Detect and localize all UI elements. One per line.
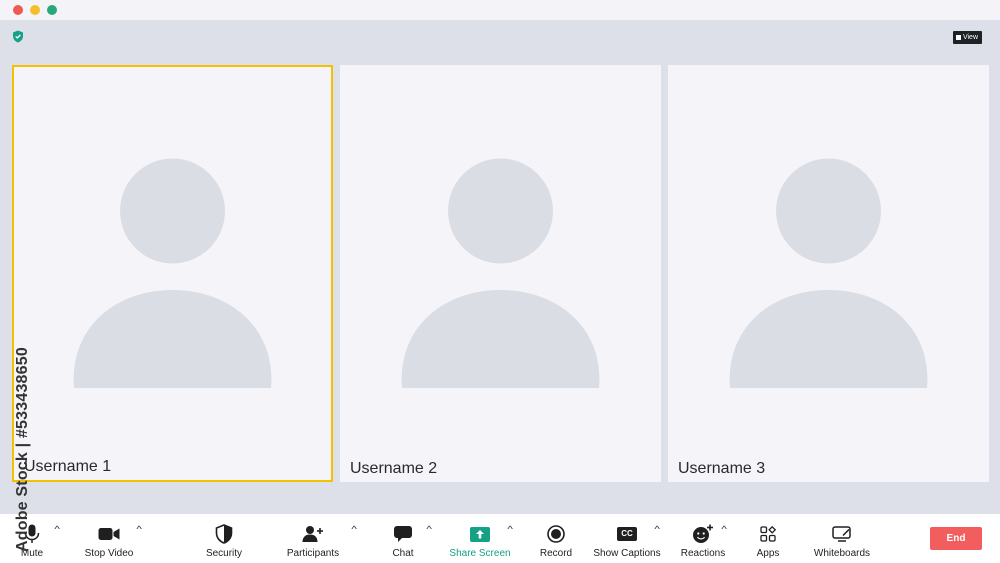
participants-button[interactable]: Participants <box>282 514 344 563</box>
apps-button[interactable]: Apps <box>752 514 784 563</box>
window-titlebar <box>0 0 1000 20</box>
show-captions-button[interactable]: CC Show Captions <box>593 514 661 563</box>
security-shield-icon <box>215 524 233 544</box>
reactions-options-caret[interactable]: ^ <box>721 524 727 534</box>
participants-icon <box>302 526 323 542</box>
record-button[interactable]: Record <box>536 514 576 563</box>
reactions-button[interactable]: Reactions <box>678 514 728 563</box>
record-icon <box>547 525 565 543</box>
grid-view-icon <box>955 35 961 40</box>
encryption-shield-icon[interactable] <box>12 30 24 43</box>
maximize-window-button[interactable] <box>47 5 57 15</box>
stock-watermark: Adobe Stock | #533438650 <box>12 322 34 552</box>
close-window-button[interactable] <box>13 5 23 15</box>
closed-captions-icon: CC <box>617 527 637 541</box>
chat-bubble-icon <box>394 526 412 542</box>
avatar-placeholder-icon <box>73 158 272 388</box>
chat-options-caret[interactable]: ^ <box>426 524 432 534</box>
participant-username: Username 3 <box>678 460 766 477</box>
view-button[interactable]: View <box>952 31 982 44</box>
video-camera-icon <box>98 528 120 540</box>
participant-username: Username 2 <box>350 460 438 477</box>
participant-tile-1[interactable]: Username 1 <box>12 65 333 482</box>
meeting-toolbar: Mute ^ Stop Video ^ Security Participant… <box>0 514 1000 563</box>
whiteboard-icon <box>832 526 851 542</box>
share-screen-icon <box>470 526 490 542</box>
apps-grid-icon <box>760 526 776 542</box>
video-options-caret[interactable]: ^ <box>136 524 142 534</box>
chat-button[interactable]: Chat <box>385 514 421 563</box>
minimize-window-button[interactable] <box>30 5 40 15</box>
participants-options-caret[interactable]: ^ <box>351 524 357 534</box>
mute-options-caret[interactable]: ^ <box>54 524 60 534</box>
participant-tile-3[interactable]: Username 3 <box>668 65 989 482</box>
reactions-smiley-icon <box>693 524 713 543</box>
end-meeting-button[interactable]: End <box>930 527 982 550</box>
video-stage: View Username 1 Username 2 Username 3 <box>0 20 1000 514</box>
captions-options-caret[interactable]: ^ <box>654 524 660 534</box>
stock-id-text: Adobe Stock | #533438650 <box>14 347 31 552</box>
security-button[interactable]: Security <box>200 514 248 563</box>
avatar-placeholder-icon <box>401 158 600 388</box>
whiteboards-button[interactable]: Whiteboards <box>808 514 876 563</box>
view-label: View <box>962 34 978 41</box>
share-screen-button[interactable]: Share Screen <box>448 514 512 563</box>
share-options-caret[interactable]: ^ <box>507 524 513 534</box>
stop-video-button[interactable]: Stop Video <box>80 514 138 563</box>
participant-tile-2[interactable]: Username 2 <box>340 65 661 482</box>
avatar-placeholder-icon <box>729 158 928 388</box>
participant-username: Username 1 <box>24 458 112 475</box>
